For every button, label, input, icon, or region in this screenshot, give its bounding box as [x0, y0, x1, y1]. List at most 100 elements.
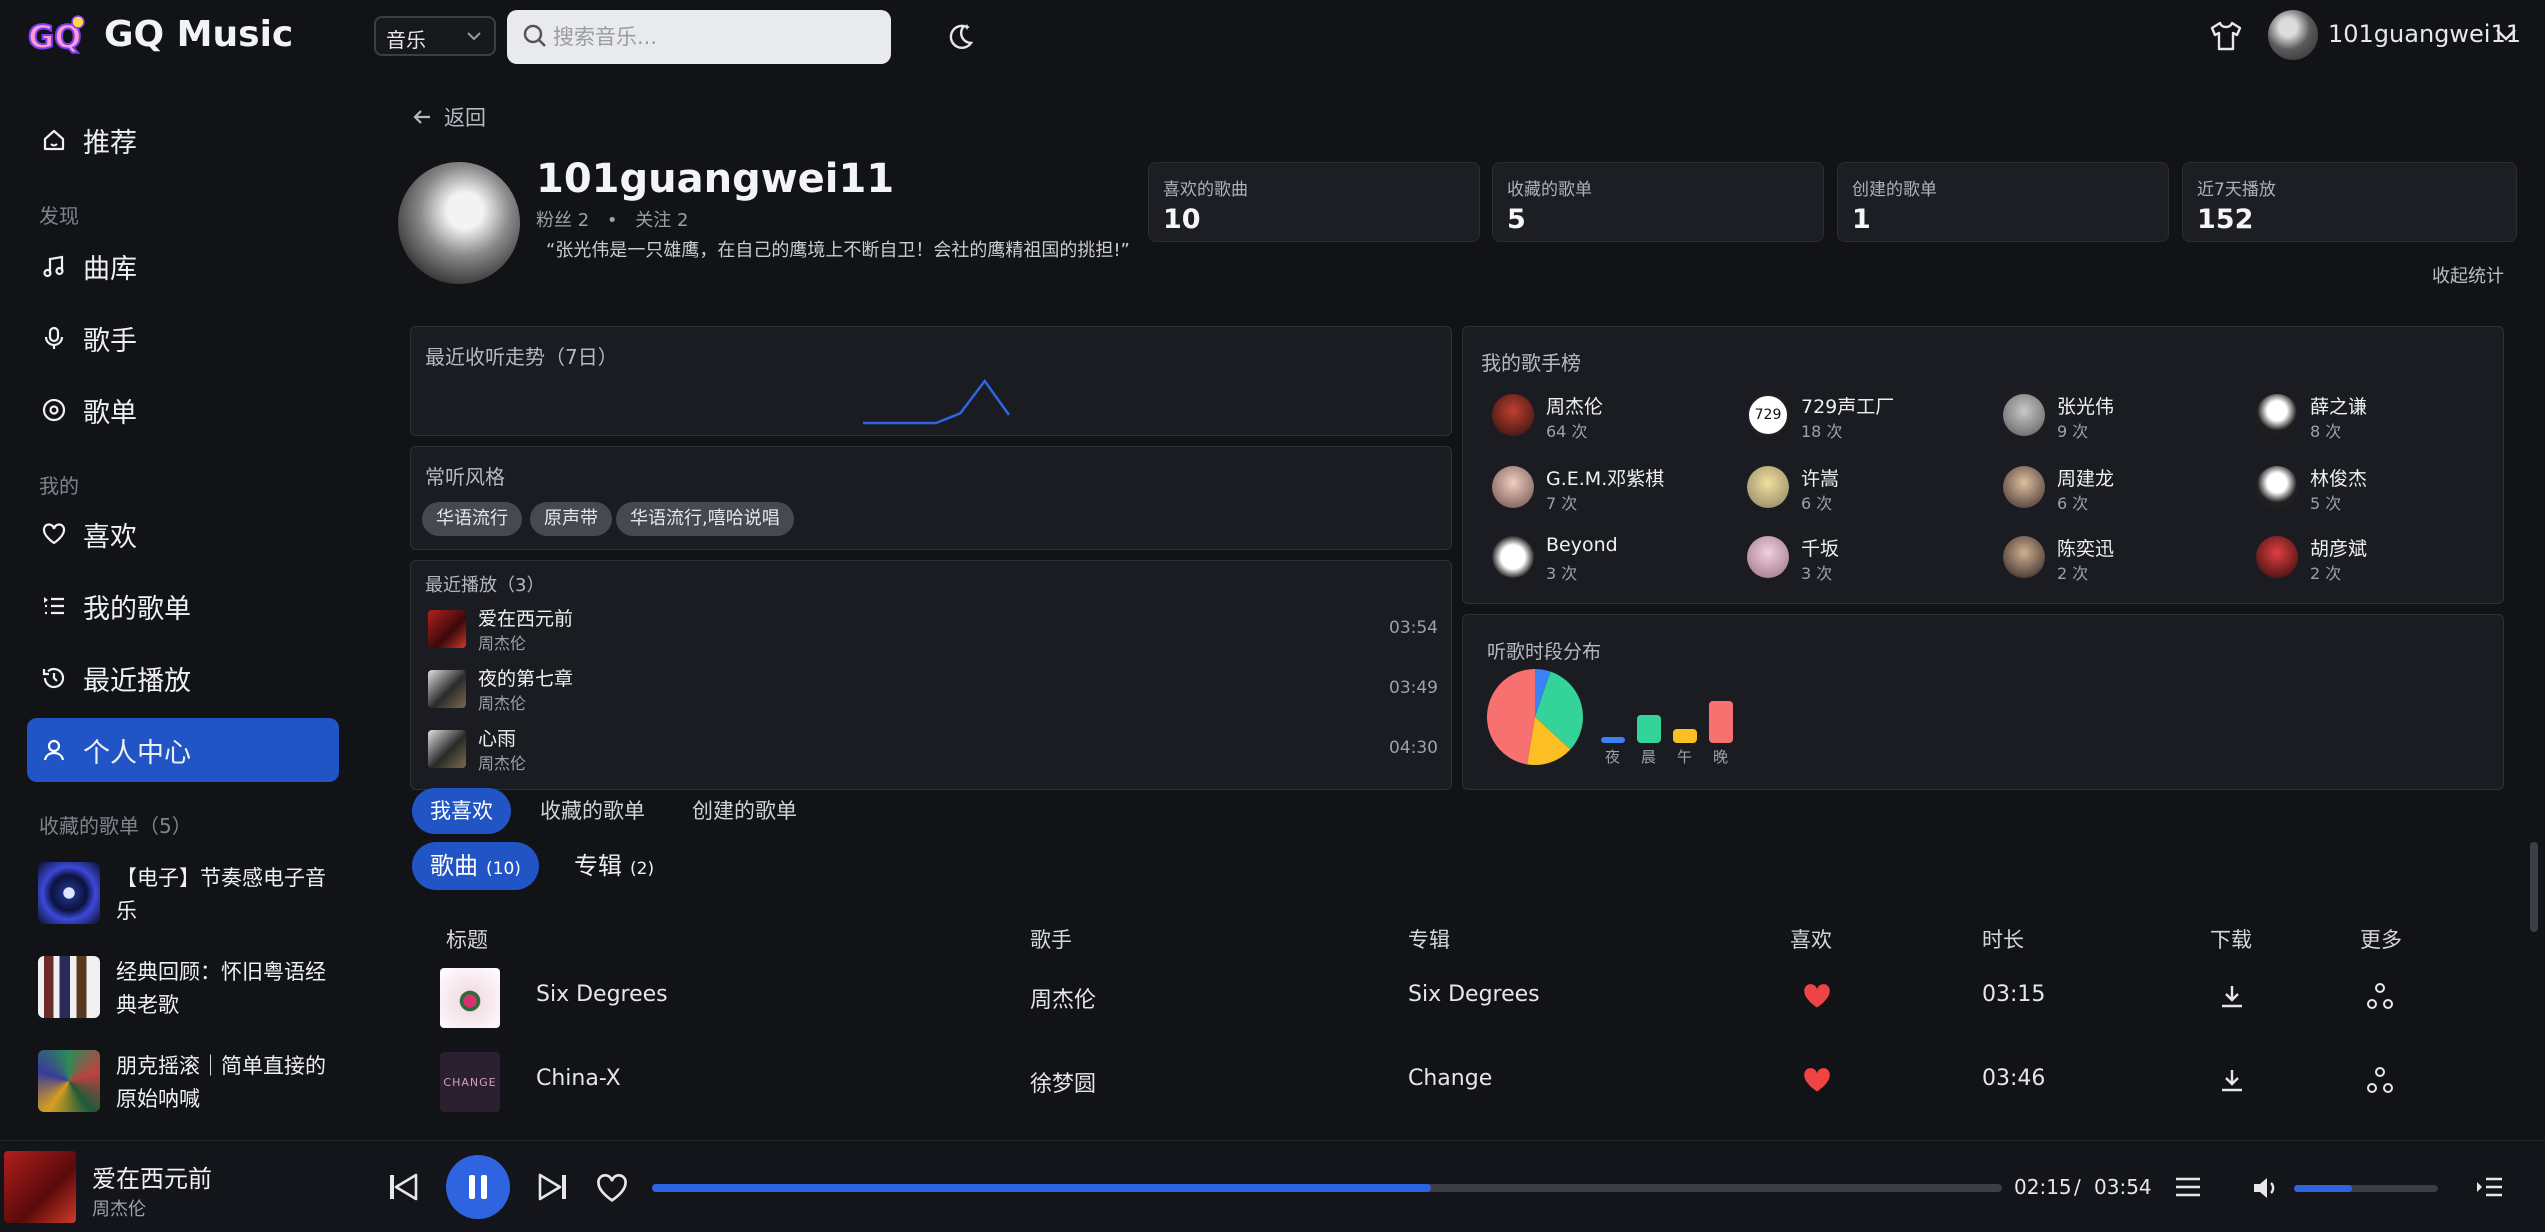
- sidebar-item-playlists[interactable]: 歌单: [27, 378, 339, 442]
- chevron-down-icon[interactable]: [2494, 24, 2518, 44]
- recent-track-row[interactable]: 爱在西元前 周杰伦 03:54: [428, 604, 1438, 660]
- artist-avatar: [1492, 466, 1534, 508]
- back-button[interactable]: 返回: [410, 102, 486, 132]
- artist-avatar: [2003, 466, 2045, 508]
- artist-rank-item[interactable]: 千坂 3 次: [1747, 534, 1987, 590]
- listening-trend-panel: 最近收听走势（7日）: [410, 326, 1452, 436]
- volume-icon[interactable]: [2250, 1173, 2280, 1203]
- sidebar-item-profile[interactable]: 个人中心: [27, 718, 339, 782]
- tab-collected-playlists[interactable]: 收藏的歌单: [522, 788, 663, 834]
- time-bar-晚: [1709, 701, 1733, 743]
- now-playing-title[interactable]: 爱在西元前: [92, 1159, 212, 1194]
- column-header-title[interactable]: 标题: [446, 924, 488, 954]
- volume-slider[interactable]: [2294, 1185, 2438, 1192]
- style-tag[interactable]: 原声带: [530, 502, 612, 536]
- column-header-artist[interactable]: 歌手: [1030, 924, 1072, 954]
- category-select[interactable]: 音乐: [374, 16, 496, 56]
- app-title[interactable]: GQ Music: [104, 14, 293, 55]
- song-album[interactable]: Change: [1408, 1066, 1492, 1091]
- artist-avatar: [2256, 466, 2298, 508]
- subtab-songs[interactable]: 歌曲 (10): [412, 842, 539, 890]
- sidebar-item-library[interactable]: 曲库: [27, 234, 339, 298]
- column-header-album[interactable]: 专辑: [1408, 924, 1450, 954]
- heart-filled-icon[interactable]: [1802, 1066, 1832, 1094]
- style-tag[interactable]: 华语流行: [422, 502, 522, 536]
- search-input[interactable]: [553, 20, 873, 54]
- next-icon[interactable]: [536, 1171, 570, 1203]
- tab-created-playlists[interactable]: 创建的歌单: [674, 788, 815, 834]
- favorite-playlist-item[interactable]: 经典回顾：怀旧粤语经典老歌: [38, 956, 338, 1028]
- song-artist[interactable]: 徐梦圆: [1030, 1066, 1096, 1098]
- top-bar: GQ GQ Music 音乐 101guangwei11: [0, 0, 2545, 72]
- queue-icon[interactable]: [2172, 1171, 2204, 1203]
- user-name[interactable]: 101guangwei11: [2328, 20, 2521, 48]
- previous-icon[interactable]: [386, 1171, 420, 1203]
- artist-play-count: 64 次: [1546, 422, 1588, 441]
- shirt-icon[interactable]: [2208, 18, 2244, 54]
- artist-rank-item[interactable]: G.E.M.邓紫棋 7 次: [1492, 464, 1732, 520]
- app-logo[interactable]: GQ: [26, 12, 86, 58]
- playlist-toggle-icon[interactable]: [2474, 1171, 2506, 1203]
- tab-liked[interactable]: 我喜欢: [412, 788, 511, 834]
- profile-avatar[interactable]: [398, 162, 520, 284]
- artist-play-count: 5 次: [2310, 494, 2342, 513]
- artist-rank-item[interactable]: Beyond 3 次: [1492, 534, 1732, 590]
- artist-rank-item[interactable]: 张光伟 9 次: [2003, 392, 2243, 448]
- now-playing-artist[interactable]: 周杰伦: [92, 1195, 146, 1221]
- style-tag[interactable]: 华语流行,嘻哈说唱: [616, 502, 794, 536]
- subtab-count: (2): [630, 859, 655, 879]
- song-artist[interactable]: 周杰伦: [1030, 982, 1096, 1014]
- sidebar-item-recent[interactable]: 最近播放: [27, 646, 339, 710]
- artist-rank-item[interactable]: 薛之谦 8 次: [2256, 392, 2496, 448]
- collapse-stats-button[interactable]: 收起统计: [2432, 262, 2504, 288]
- artist-rank-item[interactable]: 胡彦斌 2 次: [2256, 534, 2496, 590]
- progress-bar[interactable]: [652, 1184, 2002, 1192]
- track-cover: [428, 730, 466, 768]
- playlist-cover: [38, 956, 100, 1018]
- artist-rank-item[interactable]: 729 729声工厂 18 次: [1747, 392, 1987, 448]
- share-icon[interactable]: [2364, 980, 2396, 1012]
- following-count[interactable]: 关注 2: [635, 210, 688, 231]
- artist-rank-item[interactable]: 周杰伦 64 次: [1492, 392, 1732, 448]
- user-avatar[interactable]: [2268, 10, 2318, 60]
- sidebar-item-my-playlists[interactable]: 我的歌单: [27, 574, 339, 638]
- artist-rank-item[interactable]: 林俊杰 5 次: [2256, 464, 2496, 520]
- heart-icon[interactable]: [596, 1173, 628, 1203]
- recent-track-row[interactable]: 心雨 周杰伦 04:30: [428, 724, 1438, 780]
- stat-value: 1: [1852, 204, 1871, 235]
- favorite-playlist-item[interactable]: 【电子】节奏感电子音乐: [38, 862, 338, 934]
- artist-name: 陈奕迅: [2057, 538, 2115, 560]
- fans-count[interactable]: 粉丝 2: [536, 210, 589, 231]
- stat-label: 收藏的歌单: [1507, 180, 1592, 200]
- disc-icon: [42, 398, 66, 422]
- sidebar-item-recommend[interactable]: 推荐: [27, 108, 339, 172]
- now-playing-cover[interactable]: [4, 1151, 76, 1223]
- microphone-icon: [44, 326, 64, 349]
- main-scrollbar[interactable]: [2530, 842, 2538, 932]
- search-box[interactable]: [507, 10, 891, 64]
- song-album[interactable]: Six Degrees: [1408, 982, 1540, 1007]
- recent-track-row[interactable]: 夜的第七章 周杰伦 03:49: [428, 664, 1438, 720]
- track-duration: 03:49: [1389, 678, 1438, 698]
- favorite-playlist-item[interactable]: 朋克摇滚｜简单直接的原始呐喊: [38, 1050, 338, 1122]
- sidebar-item-artists[interactable]: 歌手: [27, 306, 339, 370]
- panel-title: 最近播放（3）: [425, 575, 545, 596]
- heart-filled-icon[interactable]: [1802, 982, 1832, 1010]
- table-row[interactable]: CHANGE China-X 徐梦圆 Change 03:46: [410, 1042, 2510, 1122]
- download-icon[interactable]: [2218, 1066, 2246, 1094]
- favorite-playlist-title: 经典回顾：怀旧粤语经典老歌: [116, 960, 326, 1017]
- artist-play-count: 2 次: [2057, 564, 2089, 583]
- artist-rank-item[interactable]: 陈奕迅 2 次: [2003, 534, 2243, 590]
- moon-icon[interactable]: [942, 20, 976, 54]
- time-bar-label: 午: [1677, 748, 1693, 766]
- artist-rank-item[interactable]: 周建龙 6 次: [2003, 464, 2243, 520]
- artist-rank-item[interactable]: 许嵩 6 次: [1747, 464, 1987, 520]
- column-header-duration[interactable]: 时长: [1982, 924, 2024, 954]
- download-icon[interactable]: [2218, 982, 2246, 1010]
- pause-button[interactable]: [446, 1155, 510, 1219]
- table-row[interactable]: Six Degrees 周杰伦 Six Degrees 03:15: [410, 958, 2510, 1038]
- sidebar-item-likes[interactable]: 喜欢: [27, 502, 339, 566]
- share-icon[interactable]: [2364, 1064, 2396, 1096]
- sidebar: 推荐 发现 曲库 歌手 歌单 我的 喜欢 我的歌单 最近播放 个人中心 收藏的歌…: [0, 100, 360, 1130]
- subtab-albums[interactable]: 专辑 (2): [556, 842, 672, 890]
